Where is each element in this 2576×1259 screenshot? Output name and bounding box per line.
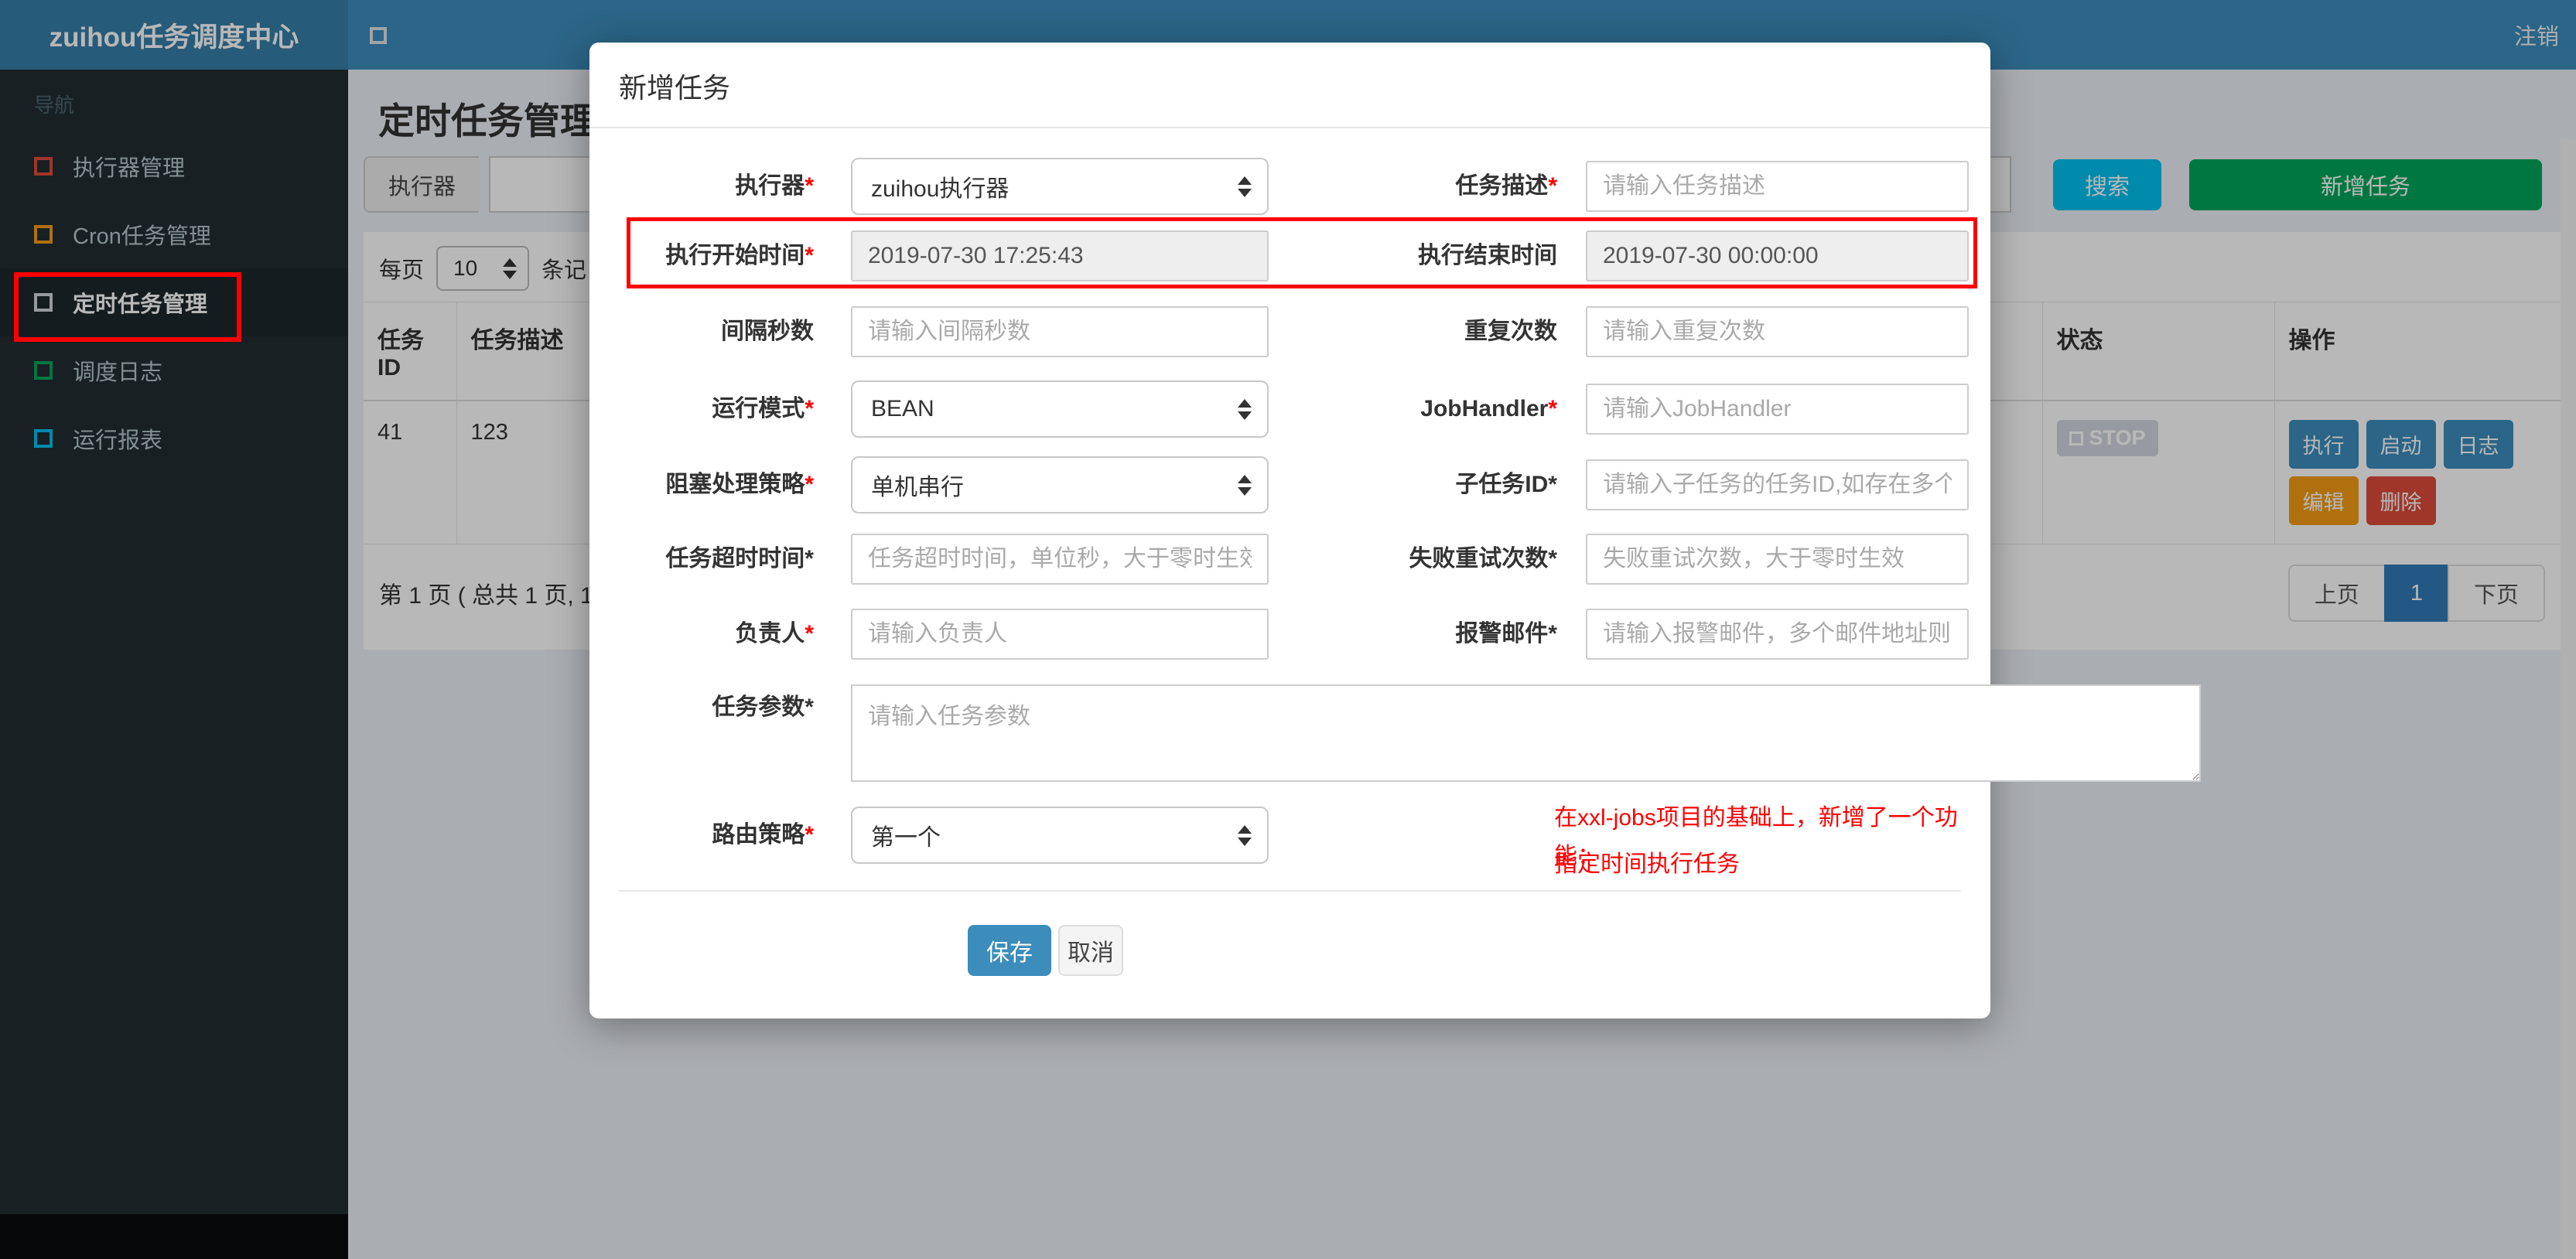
- interval-input[interactable]: [851, 306, 1269, 357]
- executor-label: 执行器*: [735, 173, 814, 199]
- feature-note-line2: 指定时间执行任务: [1554, 851, 1740, 877]
- select-arrows-icon: [1238, 474, 1252, 496]
- cancel-button[interactable]: 取消: [1058, 925, 1123, 976]
- repeat-input[interactable]: [1586, 306, 1969, 357]
- owner-label: 负责人*: [735, 621, 814, 647]
- alarm-email-input[interactable]: [1586, 609, 1969, 660]
- task-params-textarea[interactable]: [851, 684, 2201, 782]
- modal-title: 新增任务: [619, 72, 731, 104]
- run-mode-label: 运行模式*: [712, 396, 814, 421]
- executor-select[interactable]: zuihou执行器: [851, 158, 1269, 215]
- retry-label: 失败重试次数*: [1409, 546, 1557, 571]
- alarm-email-label: 报警邮件*: [1455, 621, 1557, 647]
- repeat-label: 重复次数: [1464, 319, 1557, 344]
- jobhandler-label: JobHandler*: [1420, 396, 1557, 421]
- task-params-label: 任务参数*: [712, 694, 814, 720]
- block-strategy-select[interactable]: 单机串行: [851, 456, 1269, 513]
- select-arrows-icon: [1238, 398, 1252, 420]
- run-mode-select[interactable]: BEAN: [851, 380, 1269, 438]
- select-arrows-icon: [1238, 824, 1252, 846]
- start-time-label: 执行开始时间*: [665, 243, 814, 268]
- save-button[interactable]: 保存: [968, 925, 1051, 976]
- interval-label: 间隔秒数: [721, 319, 814, 344]
- timeout-input[interactable]: [851, 534, 1269, 585]
- child-task-input[interactable]: [1586, 459, 1969, 510]
- retry-input[interactable]: [1586, 534, 1969, 585]
- end-time-input[interactable]: [1586, 230, 1969, 281]
- app-screen: zuihou任务调度中心 注销 导航 执行器管理 Cron任务管理 定时任务管理…: [0, 0, 2576, 1259]
- modal-footer-divider: [619, 890, 1961, 892]
- task-desc-label: 任务描述*: [1455, 173, 1557, 199]
- task-desc-input[interactable]: [1586, 161, 1969, 212]
- child-task-label: 子任务ID*: [1455, 472, 1557, 497]
- block-strategy-label: 阻塞处理策略*: [665, 472, 814, 497]
- start-time-input[interactable]: [851, 230, 1269, 281]
- add-task-modal: 新增任务 执行器* zuihou执行器 任务描述* 执行开始时间* 执行结束时间…: [589, 43, 2201, 1018]
- owner-input[interactable]: [851, 609, 1269, 660]
- jobhandler-input[interactable]: [1586, 384, 1969, 435]
- route-strategy-label: 路由策略*: [712, 822, 814, 848]
- route-strategy-select[interactable]: 第一个: [851, 807, 1269, 864]
- end-time-label: 执行结束时间: [1418, 243, 1557, 268]
- modal-header: 新增任务: [589, 43, 1990, 128]
- select-arrows-icon: [1238, 176, 1252, 197]
- timeout-label: 任务超时时间*: [665, 546, 814, 571]
